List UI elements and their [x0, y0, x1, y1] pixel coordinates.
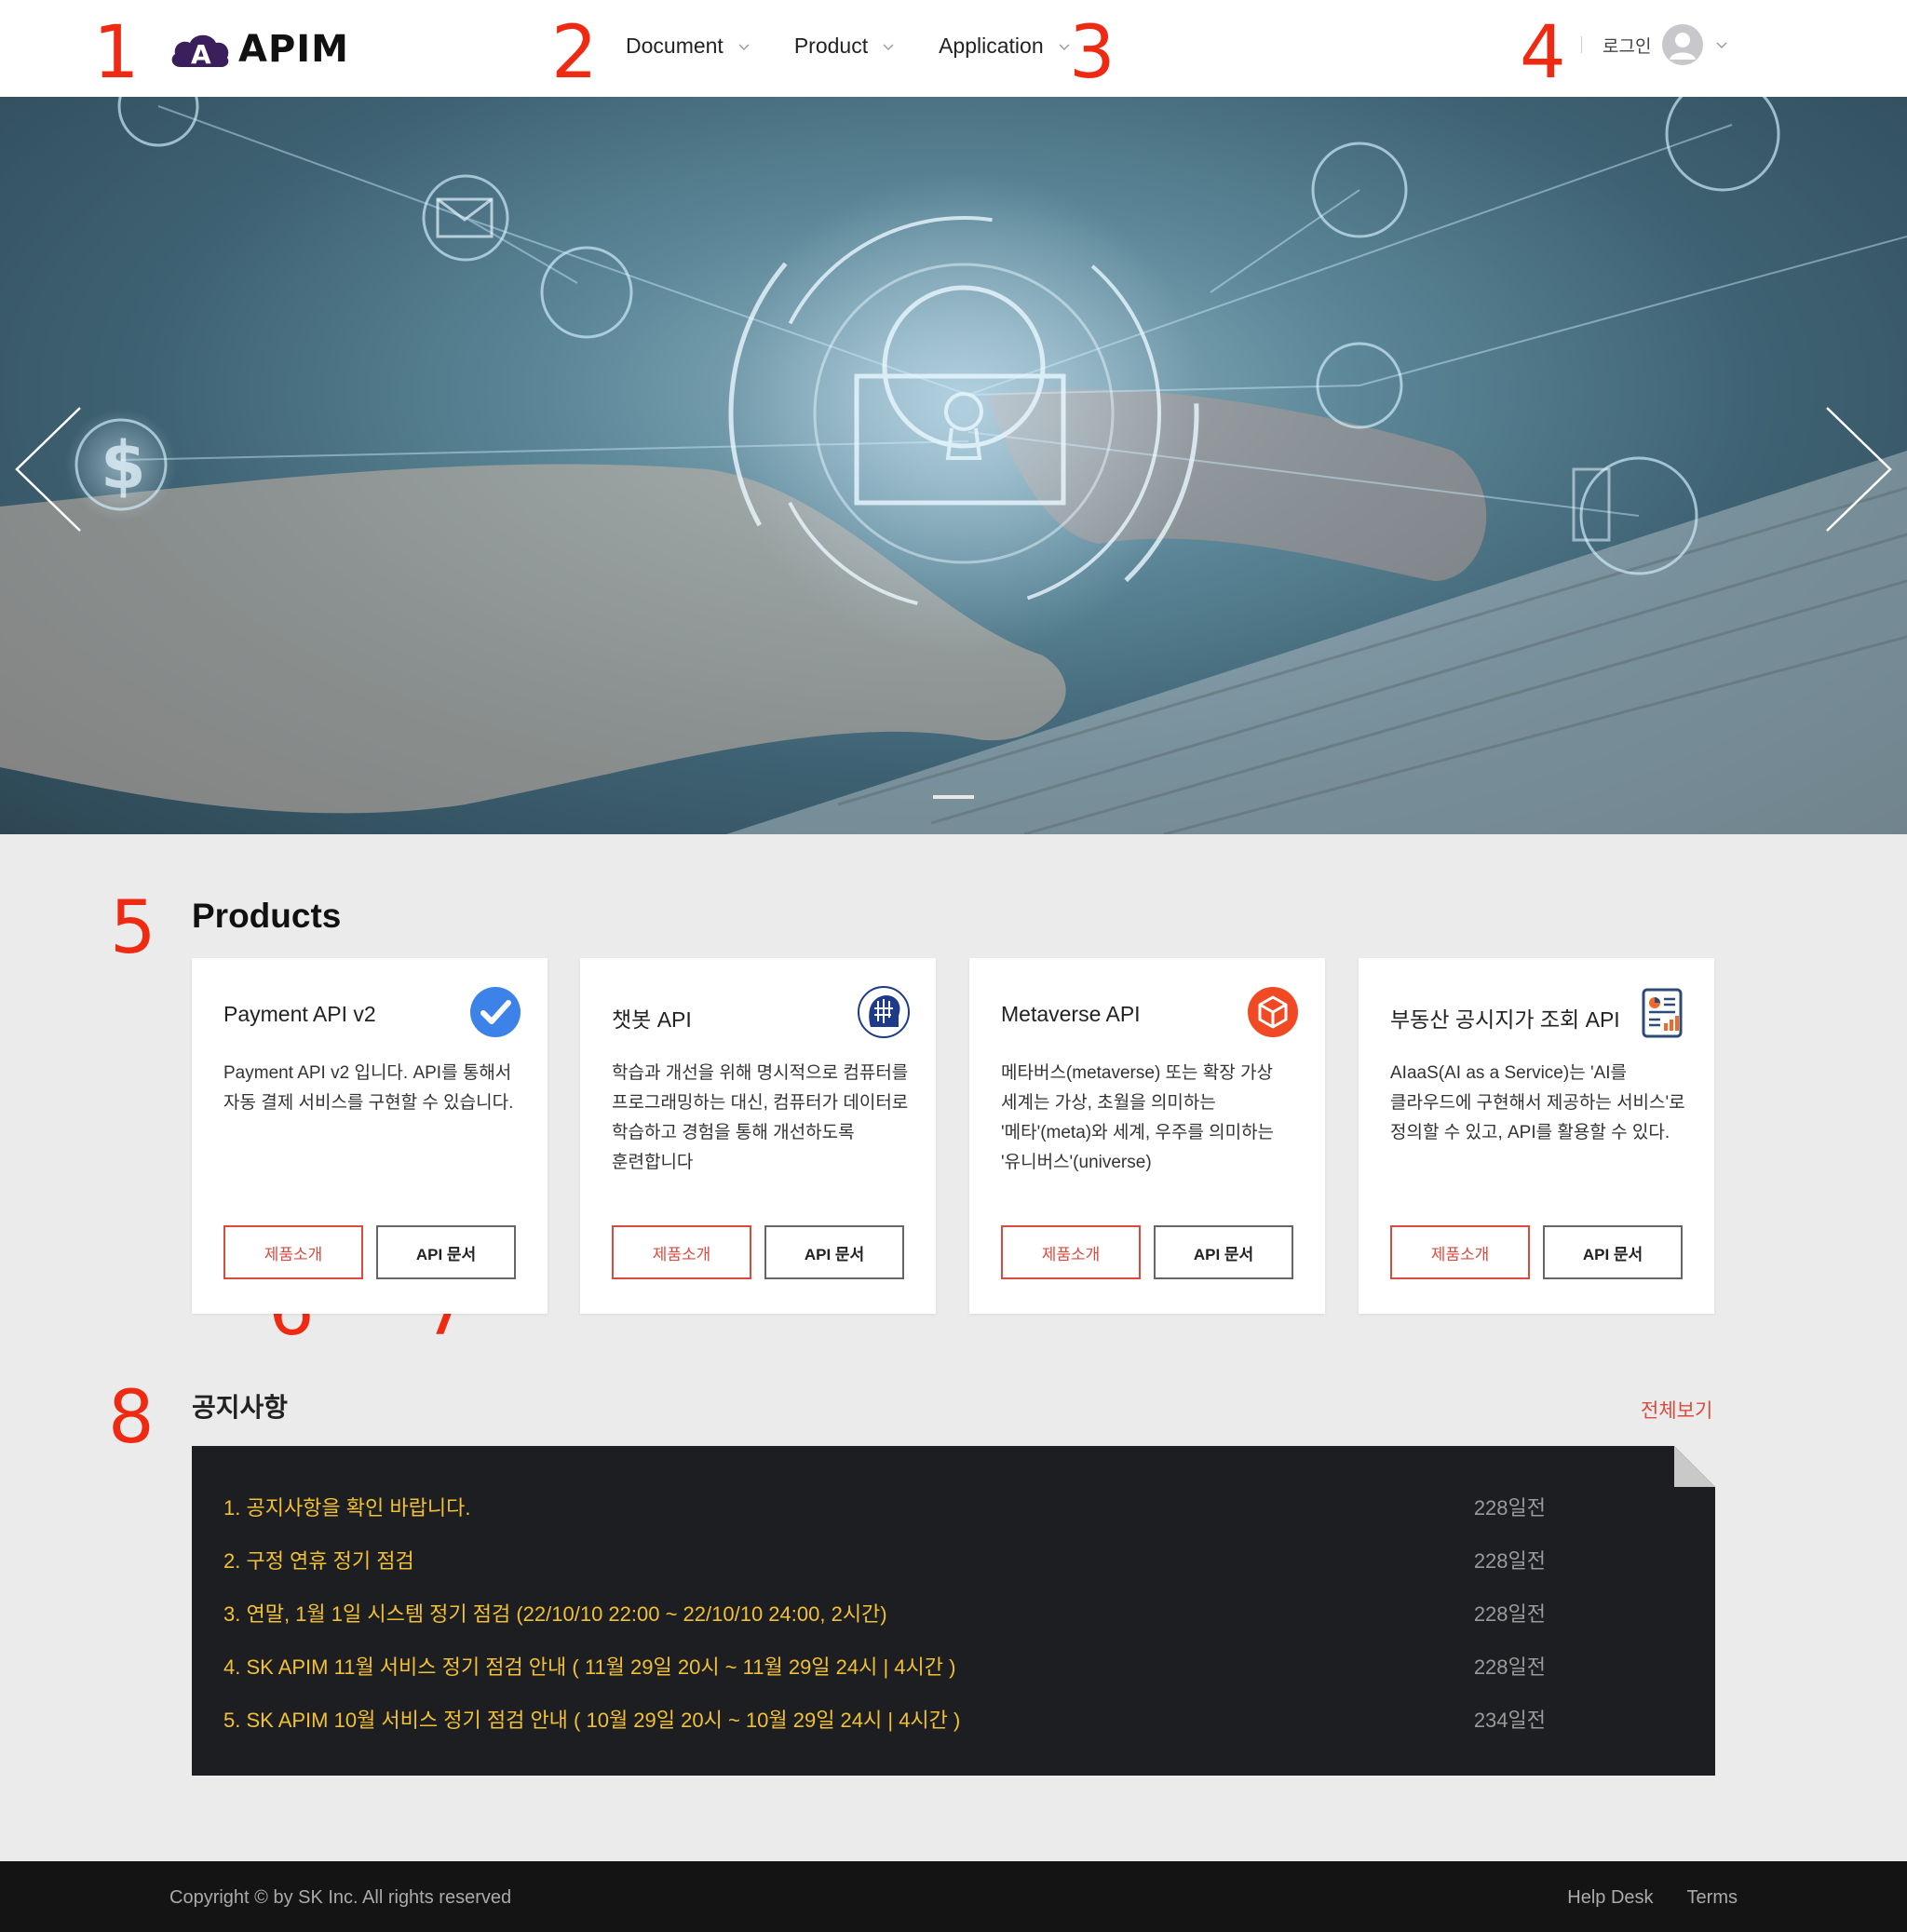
nav-application-label: Application	[939, 34, 1044, 58]
card-title: Payment API v2	[223, 1002, 376, 1026]
svg-text:A: A	[191, 39, 211, 69]
api-doc-button[interactable]: API 문서	[1543, 1225, 1683, 1279]
products-title: Products	[192, 897, 342, 935]
product-card-payment: Payment API v2 Payment API v2 입니다. API를 …	[192, 958, 548, 1314]
product-card-realestate: 부동산 공시지가 조회 API AIaaS(AI as a Service)는 …	[1359, 958, 1714, 1314]
step-number-4: 4	[1520, 11, 1566, 95]
product-card-chatbot: 챗봇 API 학습과 개선을 위해 명시적으로 컴퓨터를 프로그래밍하는 대신,…	[580, 958, 936, 1314]
product-intro-button[interactable]: 제품소개	[223, 1225, 363, 1279]
logo[interactable]: A APIM	[169, 28, 349, 71]
notice-list: 1. 공지사항을 확인 바랍니다. 228일전 2. 구정 연휴 정기 점검 2…	[223, 1479, 1546, 1745]
main-nav: Document Product Application	[626, 34, 1072, 59]
api-doc-button[interactable]: API 문서	[376, 1225, 516, 1279]
notice-item[interactable]: 5. SK APIM 10월 서비스 정기 점검 안내 ( 10월 29일 20…	[223, 1692, 1546, 1745]
product-intro-button[interactable]: 제품소개	[612, 1225, 751, 1279]
header: A APIM Document Product Application 로그인	[0, 0, 1907, 97]
notice-item[interactable]: 4. SK APIM 11월 서비스 정기 점검 안내 ( 11월 29일 20…	[223, 1639, 1546, 1692]
card-description: 학습과 개선을 위해 명시적으로 컴퓨터를 프로그래밍하는 대신, 컴퓨터가 데…	[612, 1063, 909, 1172]
notice-item[interactable]: 3. 연말, 1월 1일 시스템 정기 점검 (22/10/10 22:00 ~…	[223, 1586, 1546, 1639]
view-all-link[interactable]: 전체보기	[1641, 1396, 1712, 1424]
brain-head-icon	[858, 986, 910, 1038]
nav-product[interactable]: Product	[794, 34, 896, 59]
product-intro-button[interactable]: 제품소개	[1001, 1225, 1141, 1279]
terms-link[interactable]: Terms	[1687, 1887, 1738, 1909]
card-title: 챗봇 API	[612, 1007, 692, 1032]
notice-text[interactable]: 1. 공지사항을 확인 바랍니다.	[223, 1492, 470, 1521]
login-link[interactable]: 로그인	[1603, 33, 1651, 58]
card-title: Metaverse API	[1001, 1002, 1141, 1026]
chevron-down-icon[interactable]	[1714, 37, 1729, 52]
folded-corner-icon	[1674, 1446, 1715, 1487]
notice-board: 1. 공지사항을 확인 바랍니다. 228일전 2. 구정 연휴 정기 점검 2…	[192, 1446, 1715, 1776]
user-menu[interactable]: 로그인	[1581, 24, 1729, 65]
product-intro-button[interactable]: 제품소개	[1390, 1225, 1530, 1279]
step-number-1: 1	[93, 11, 140, 95]
product-card-metaverse: Metaverse API 메타버스(metaverse) 또는 확장 가상 세…	[969, 958, 1325, 1314]
cube-icon	[1248, 987, 1298, 1037]
nav-document-label: Document	[626, 34, 724, 58]
api-doc-button[interactable]: API 문서	[1154, 1225, 1293, 1279]
nav-product-label: Product	[793, 34, 869, 58]
notice-text[interactable]: 5. SK APIM 10월 서비스 정기 점검 안내 ( 10월 29일 20…	[223, 1704, 960, 1734]
notice-date: 234일전	[1473, 1708, 1546, 1732]
notice-item[interactable]: 1. 공지사항을 확인 바랍니다. 228일전	[223, 1479, 1546, 1533]
api-doc-button[interactable]: API 문서	[764, 1225, 904, 1279]
notice-text[interactable]: 2. 구정 연휴 정기 점검	[223, 1545, 414, 1574]
notice-date: 228일전	[1473, 1655, 1546, 1679]
copyright-text: Copyright © by SK Inc. All rights reserv…	[169, 1887, 512, 1908]
notice-text[interactable]: 3. 연말, 1월 1일 시스템 정기 점검 (22/10/10 22:00 ~…	[223, 1598, 887, 1628]
notice-item[interactable]: 2. 구정 연휴 정기 점검 228일전	[223, 1533, 1546, 1586]
card-title: 부동산 공시지가 조회 API	[1390, 1007, 1620, 1032]
carousel-prev-arrow[interactable]	[11, 404, 86, 534]
chevron-down-icon	[883, 44, 894, 50]
nav-application[interactable]: Application	[939, 34, 1072, 59]
step-number-3: 3	[1069, 11, 1116, 95]
step-number-2: 2	[551, 11, 598, 95]
divider	[1581, 36, 1582, 53]
step-number-5: 5	[110, 886, 156, 970]
carousel-indicator[interactable]	[933, 795, 974, 799]
chevron-down-icon	[738, 44, 750, 50]
card-description: AIaaS(AI as a Service)는 'AI를 클라우드에 구현해서 …	[1390, 1063, 1685, 1142]
notice-text[interactable]: 4. SK APIM 11월 서비스 정기 점검 안내 ( 11월 29일 20…	[223, 1651, 955, 1681]
help-desk-link[interactable]: Help Desk	[1567, 1887, 1653, 1909]
notice-date: 228일전	[1473, 1548, 1546, 1573]
step-number-8: 8	[108, 1376, 155, 1460]
notice-date: 228일전	[1473, 1495, 1546, 1520]
logo-cloud-icon: A	[171, 34, 229, 69]
report-chart-icon	[1642, 988, 1683, 1038]
footer-links: Help Desk Terms	[1567, 1887, 1738, 1909]
check-badge-icon	[470, 987, 521, 1037]
hero-carousel: $	[0, 97, 1907, 834]
svg-text:$: $	[101, 427, 146, 504]
card-description: Payment API v2 입니다. API를 통해서 자동 결제 서비스를 …	[223, 1063, 514, 1113]
hero-image: $	[0, 97, 1907, 834]
notice-title: 공지사항	[192, 1393, 289, 1422]
notice-date: 228일전	[1473, 1601, 1546, 1626]
logo-text: APIM	[238, 28, 349, 71]
avatar-icon[interactable]	[1662, 24, 1704, 65]
carousel-next-arrow[interactable]	[1821, 404, 1896, 534]
nav-document[interactable]: Document	[626, 34, 751, 59]
footer: Copyright © by SK Inc. All rights reserv…	[0, 1861, 1907, 1932]
card-description: 메타버스(metaverse) 또는 확장 가상 세계는 가상, 초월을 의미하…	[1001, 1063, 1275, 1172]
